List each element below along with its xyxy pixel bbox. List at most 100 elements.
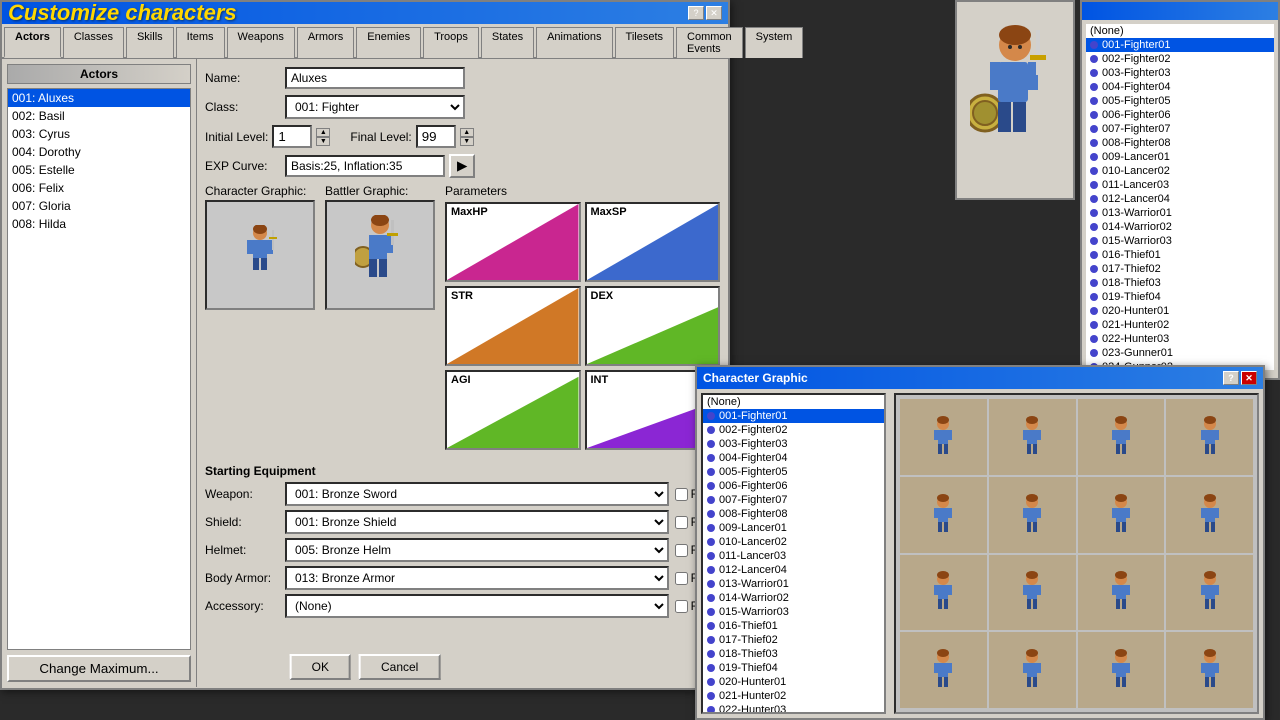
char-list-thief02[interactable]: 017-Thief02: [703, 633, 884, 647]
char-list-lancer03[interactable]: 011-Lancer03: [703, 549, 884, 563]
list-item-hunter01[interactable]: 020-Hunter01: [1086, 304, 1274, 318]
actor-item-estelle[interactable]: 005: Estelle: [8, 161, 190, 179]
tab-animations[interactable]: Animations: [536, 27, 612, 58]
list-item-none[interactable]: (None): [1086, 24, 1274, 38]
actor-item-basil[interactable]: 002: Basil: [8, 107, 190, 125]
list-item-warrior03[interactable]: 015-Warrior03: [1086, 234, 1274, 248]
change-maximum-button[interactable]: Change Maximum...: [7, 655, 191, 682]
list-item-fighter08[interactable]: 008-Fighter08: [1086, 136, 1274, 150]
char-list-lancer01[interactable]: 009-Lancer01: [703, 521, 884, 535]
char-list-fighter02[interactable]: 002-Fighter02: [703, 423, 884, 437]
initial-level-up[interactable]: ▲: [316, 128, 330, 137]
list-item-fighter06[interactable]: 006-Fighter06: [1086, 108, 1274, 122]
actor-item-gloria[interactable]: 007: Gloria: [8, 197, 190, 215]
tab-armors[interactable]: Armors: [297, 27, 354, 58]
tab-classes[interactable]: Classes: [63, 27, 124, 58]
tab-enemies[interactable]: Enemies: [356, 27, 421, 58]
tab-system[interactable]: System: [745, 27, 804, 58]
initial-level-input[interactable]: [272, 125, 312, 148]
char-list-hunter02[interactable]: 021-Hunter02: [703, 689, 884, 703]
tab-troops[interactable]: Troops: [423, 27, 479, 58]
class-select[interactable]: 001: Fighter: [285, 95, 465, 119]
equip-weapon-fixed-check[interactable]: [675, 488, 688, 501]
equip-weapon-select[interactable]: 001: Bronze Sword: [285, 482, 669, 506]
list-item-warrior02[interactable]: 014-Warrior02: [1086, 220, 1274, 234]
char-list-hunter01[interactable]: 020-Hunter01: [703, 675, 884, 689]
char-list-fighter03[interactable]: 003-Fighter03: [703, 437, 884, 451]
equip-accessory-select[interactable]: (None): [285, 594, 669, 618]
actor-item-hilda[interactable]: 008: Hilda: [8, 215, 190, 233]
char-list-fighter05[interactable]: 005-Fighter05: [703, 465, 884, 479]
equip-armor-select[interactable]: 013: Bronze Armor: [285, 566, 669, 590]
list-item-thief01[interactable]: 016-Thief01: [1086, 248, 1274, 262]
tab-skills[interactable]: Skills: [126, 27, 174, 58]
char-graphic-close[interactable]: ✕: [1241, 371, 1257, 385]
help-button[interactable]: ?: [688, 6, 704, 20]
exp-curve-input[interactable]: [285, 155, 445, 177]
equip-helmet-fixed-check[interactable]: [675, 544, 688, 557]
char-list-hunter03[interactable]: 022-Hunter03: [703, 703, 884, 714]
list-item-lancer02[interactable]: 010-Lancer02: [1086, 164, 1274, 178]
list-item-fighter02[interactable]: 002-Fighter02: [1086, 52, 1274, 66]
char-list-fighter07[interactable]: 007-Fighter07: [703, 493, 884, 507]
list-item-fighter04[interactable]: 004-Fighter04: [1086, 80, 1274, 94]
list-item-fighter05[interactable]: 005-Fighter05: [1086, 94, 1274, 108]
char-list-none[interactable]: (None): [703, 395, 884, 409]
list-item-thief04[interactable]: 019-Thief04: [1086, 290, 1274, 304]
close-button[interactable]: ✕: [706, 6, 722, 20]
list-item-lancer03[interactable]: 011-Lancer03: [1086, 178, 1274, 192]
initial-level-down[interactable]: ▼: [316, 137, 330, 146]
name-input[interactable]: [285, 67, 465, 89]
exp-curve-button[interactable]: ▶: [449, 154, 475, 178]
tab-states[interactable]: States: [481, 27, 534, 58]
equip-accessory-fixed-check[interactable]: [675, 600, 688, 613]
list-item-hunter02[interactable]: 021-Hunter02: [1086, 318, 1274, 332]
list-item-fighter01[interactable]: 001-Fighter01: [1086, 38, 1274, 52]
char-list-thief03[interactable]: 018-Thief03: [703, 647, 884, 661]
list-item-hunter03[interactable]: 022-Hunter03: [1086, 332, 1274, 346]
cancel-button[interactable]: Cancel: [359, 654, 440, 680]
tab-actors[interactable]: Actors: [4, 27, 61, 58]
char-list-panel[interactable]: (None) 001-Fighter01 002-Fighter02 003-F…: [701, 393, 886, 714]
char-graphic-help[interactable]: ?: [1223, 371, 1239, 385]
actor-list-panel[interactable]: (None) 001-Fighter01 002-Fighter02 003-F…: [1086, 24, 1274, 370]
equip-shield-fixed-check[interactable]: [675, 516, 688, 529]
list-item-warrior01[interactable]: 013-Warrior01: [1086, 206, 1274, 220]
actor-item-aluxes[interactable]: 001: Aluxes: [8, 89, 190, 107]
final-level-up[interactable]: ▲: [460, 128, 474, 137]
battler-graphic-box[interactable]: [325, 200, 435, 310]
actor-item-felix[interactable]: 006: Felix: [8, 179, 190, 197]
list-item-thief02[interactable]: 017-Thief02: [1086, 262, 1274, 276]
tab-tilesets[interactable]: Tilesets: [615, 27, 675, 58]
tab-weapons[interactable]: Weapons: [227, 27, 295, 58]
char-list-warrior01[interactable]: 013-Warrior01: [703, 577, 884, 591]
actor-list[interactable]: 001: Aluxes 002: Basil 003: Cyrus 004: D…: [7, 88, 191, 650]
char-graphic-box[interactable]: [205, 200, 315, 310]
final-level-input[interactable]: [416, 125, 456, 148]
actor-item-dorothy[interactable]: 004: Dorothy: [8, 143, 190, 161]
char-list-thief04[interactable]: 019-Thief04: [703, 661, 884, 675]
equip-armor-fixed-check[interactable]: [675, 572, 688, 585]
equip-shield-select[interactable]: 001: Bronze Shield: [285, 510, 669, 534]
list-item-lancer01[interactable]: 009-Lancer01: [1086, 150, 1274, 164]
char-list-fighter06[interactable]: 006-Fighter06: [703, 479, 884, 493]
list-item-lancer04[interactable]: 012-Lancer04: [1086, 192, 1274, 206]
actor-item-cyrus[interactable]: 003: Cyrus: [8, 125, 190, 143]
equip-helmet-select[interactable]: 005: Bronze Helm: [285, 538, 669, 562]
char-list-warrior02[interactable]: 014-Warrior02: [703, 591, 884, 605]
ok-button[interactable]: OK: [290, 654, 351, 680]
list-item-fighter07[interactable]: 007-Fighter07: [1086, 122, 1274, 136]
list-item-thief03[interactable]: 018-Thief03: [1086, 276, 1274, 290]
char-list-lancer02[interactable]: 010-Lancer02: [703, 535, 884, 549]
char-list-fighter01[interactable]: 001-Fighter01: [703, 409, 884, 423]
char-list-fighter04[interactable]: 004-Fighter04: [703, 451, 884, 465]
char-list-thief01[interactable]: 016-Thief01: [703, 619, 884, 633]
char-list-lancer04[interactable]: 012-Lancer04: [703, 563, 884, 577]
list-item-gunner01[interactable]: 023-Gunner01: [1086, 346, 1274, 360]
tab-common-events[interactable]: Common Events: [676, 27, 743, 58]
char-list-warrior03[interactable]: 015-Warrior03: [703, 605, 884, 619]
tab-items[interactable]: Items: [176, 27, 225, 58]
final-level-down[interactable]: ▼: [460, 137, 474, 146]
char-list-fighter08[interactable]: 008-Fighter08: [703, 507, 884, 521]
list-item-fighter03[interactable]: 003-Fighter03: [1086, 66, 1274, 80]
